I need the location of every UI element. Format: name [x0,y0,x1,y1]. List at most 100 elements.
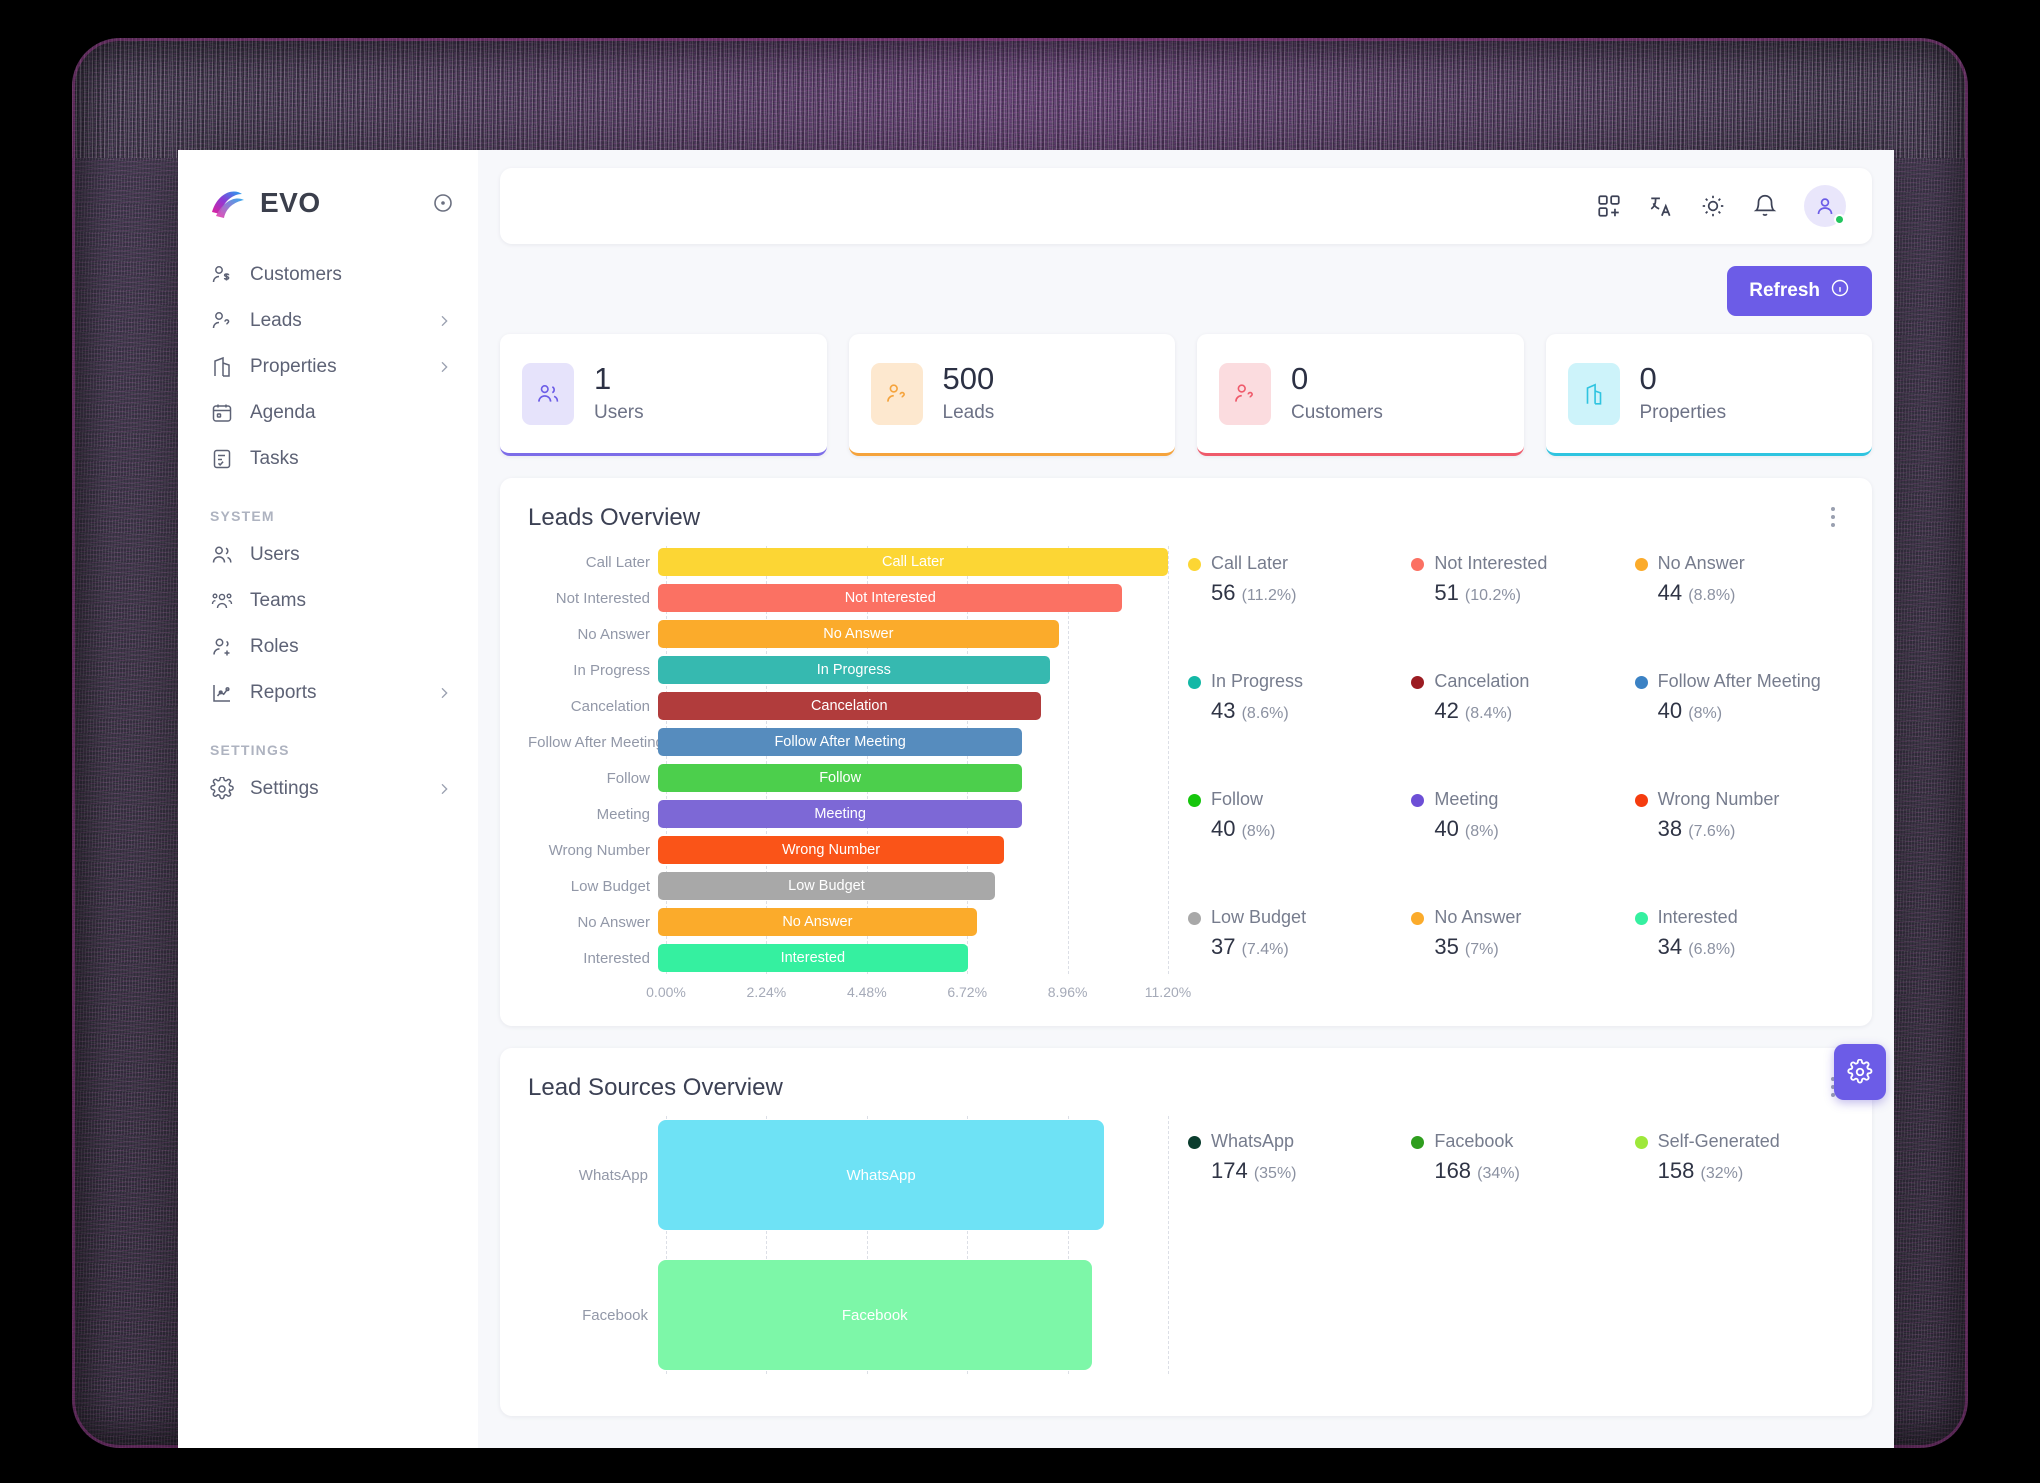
legend-item[interactable]: Not Interested51 (10.2%) [1411,552,1620,614]
legend-color-dot [1188,912,1201,925]
sidebar-item-label: Settings [250,778,420,800]
stat-card-leads[interactable]: 500 Leads [849,334,1176,456]
leads-bar-chart: Call LaterCall LaterNot InterestedNot In… [528,546,1168,1006]
stat-card-properties[interactable]: 0 Properties [1546,334,1873,456]
legend-color-dot [1188,558,1201,571]
legend-value: 40 (8%) [1211,816,1397,842]
chart-bar: Facebook [658,1260,1092,1370]
page-title: Lead Sources Overview [528,1074,783,1102]
brand: EVO [178,172,478,230]
refresh-row: Refresh [500,266,1872,316]
sidebar-item-roles[interactable]: Roles [178,624,478,670]
legend-item[interactable]: In Progress43 (8.6%) [1188,670,1397,732]
sidebar-item-label: Agenda [250,402,452,424]
legend-color-dot [1411,1136,1424,1149]
chart-category-label: Interested [528,950,658,967]
legend-color-dot [1188,676,1201,689]
team-icon [210,589,234,613]
chart-bar-row: WhatsAppWhatsApp [528,1116,1168,1234]
legend-item[interactable]: Meeting40 (8%) [1411,788,1620,850]
circle-dot-icon[interactable] [430,190,456,216]
legend-color-dot [1411,676,1424,689]
legend-item[interactable]: Wrong Number38 (7.6%) [1635,788,1844,850]
stat-label: Users [594,402,644,424]
legend-value: 34 (6.8%) [1658,934,1844,960]
bell-icon[interactable] [1752,193,1778,219]
stat-value: 500 [943,363,995,396]
legend-item[interactable]: Call Later56 (11.2%) [1188,552,1397,614]
legend-item[interactable]: No Answer35 (7%) [1411,906,1620,968]
legend-item[interactable]: Follow After Meeting40 (8%) [1635,670,1844,732]
legend-value: 174 (35%) [1211,1158,1397,1184]
chart-bar: Follow After Meeting [658,728,1022,756]
panel-header: Leads Overview [528,504,1844,532]
legend-label: No Answer [1658,552,1745,575]
sidebar-item-users[interactable]: Users [178,532,478,578]
legend-value: 35 (7%) [1434,934,1620,960]
grid-add-icon[interactable] [1596,193,1622,219]
chevron-right-icon [436,781,452,797]
chart-tick-label: 6.72% [947,984,987,1000]
chart-category-label: Call Later [528,554,658,571]
legend-label: Follow [1211,788,1263,811]
legend-color-dot [1188,794,1201,807]
legend-color-dot [1411,558,1424,571]
sidebar-item-teams[interactable]: Teams [178,578,478,624]
legend-value: 42 (8.4%) [1434,698,1620,724]
stat-card-customers[interactable]: 0 Customers [1197,334,1524,456]
chart-bar: Low Budget [658,872,995,900]
legend-item[interactable]: Low Budget37 (7.4%) [1188,906,1397,968]
legend-label: Interested [1658,906,1738,929]
legend-item[interactable]: WhatsApp174 (35%) [1188,1130,1397,1192]
sidebar-item-tasks[interactable]: Tasks [178,436,478,482]
brand-name: EVO [260,187,321,219]
avatar[interactable] [1804,185,1846,227]
sidebar-item-agenda[interactable]: Agenda [178,390,478,436]
legend-item[interactable]: Self-Generated158 (32%) [1635,1130,1844,1192]
chart-bar-row: No AnswerNo Answer [528,906,1168,938]
main-content: Refresh 1 Users [478,150,1894,1448]
legend-item[interactable]: Follow 40 (8%) [1188,788,1397,850]
stat-card-users[interactable]: 1 Users [500,334,827,456]
legend-value: 44 (8.8%) [1658,580,1844,606]
sun-icon[interactable] [1700,193,1726,219]
kebab-menu-icon[interactable] [1822,504,1844,530]
chart-category-label: Wrong Number [528,842,658,859]
chart-bar: No Answer [658,620,1059,648]
panel-header: Lead Sources Overview [528,1074,1844,1102]
panel-body: Call LaterCall LaterNot InterestedNot In… [528,546,1844,1006]
sidebar-item-properties[interactable]: Properties [178,344,478,390]
app-window: EVO Customers Leads [178,150,1894,1448]
chart-bar-row: In ProgressIn Progress [528,654,1168,686]
legend-item[interactable]: Facebook168 (34%) [1411,1130,1620,1192]
building-icon [210,355,234,379]
legend-label: Low Budget [1211,906,1306,929]
chart-rows: WhatsAppWhatsAppFacebookFacebook [528,1116,1168,1374]
settings-gear-tab[interactable] [1834,1044,1886,1100]
legend-item[interactable]: Cancelation42 (8.4%) [1411,670,1620,732]
chart-bar: Not Interested [658,584,1122,612]
chart-bar-row: InterestedInterested [528,942,1168,974]
sidebar-item-customers[interactable]: Customers [178,252,478,298]
legend-label: Not Interested [1434,552,1547,575]
sidebar-item-settings[interactable]: Settings [178,766,478,812]
chart-category-label: Cancelation [528,698,658,715]
task-list-icon [210,447,234,471]
chart-tick-label: 8.96% [1048,984,1088,1000]
sidebar-nav: Customers Leads Properties [178,252,478,812]
translate-icon[interactable] [1648,193,1674,219]
user-question-icon [1219,363,1271,425]
chart-tick-label: 2.24% [747,984,787,1000]
user-plus-icon [210,635,234,659]
chart-category-label: No Answer [528,914,658,931]
sidebar-item-leads[interactable]: Leads [178,298,478,344]
user-question-icon [210,309,234,333]
sidebar-item-reports[interactable]: Reports [178,670,478,716]
legend-item[interactable]: No Answer 44 (8.8%) [1635,552,1844,614]
sources-bar-chart: WhatsAppWhatsAppFacebookFacebook [528,1116,1168,1396]
legend-item[interactable]: Interested 34 (6.8%) [1635,906,1844,968]
sidebar-item-label: Users [250,544,452,566]
sidebar-item-label: Roles [250,636,452,658]
refresh-button[interactable]: Refresh [1727,266,1872,316]
sidebar-item-label: Leads [250,310,420,332]
